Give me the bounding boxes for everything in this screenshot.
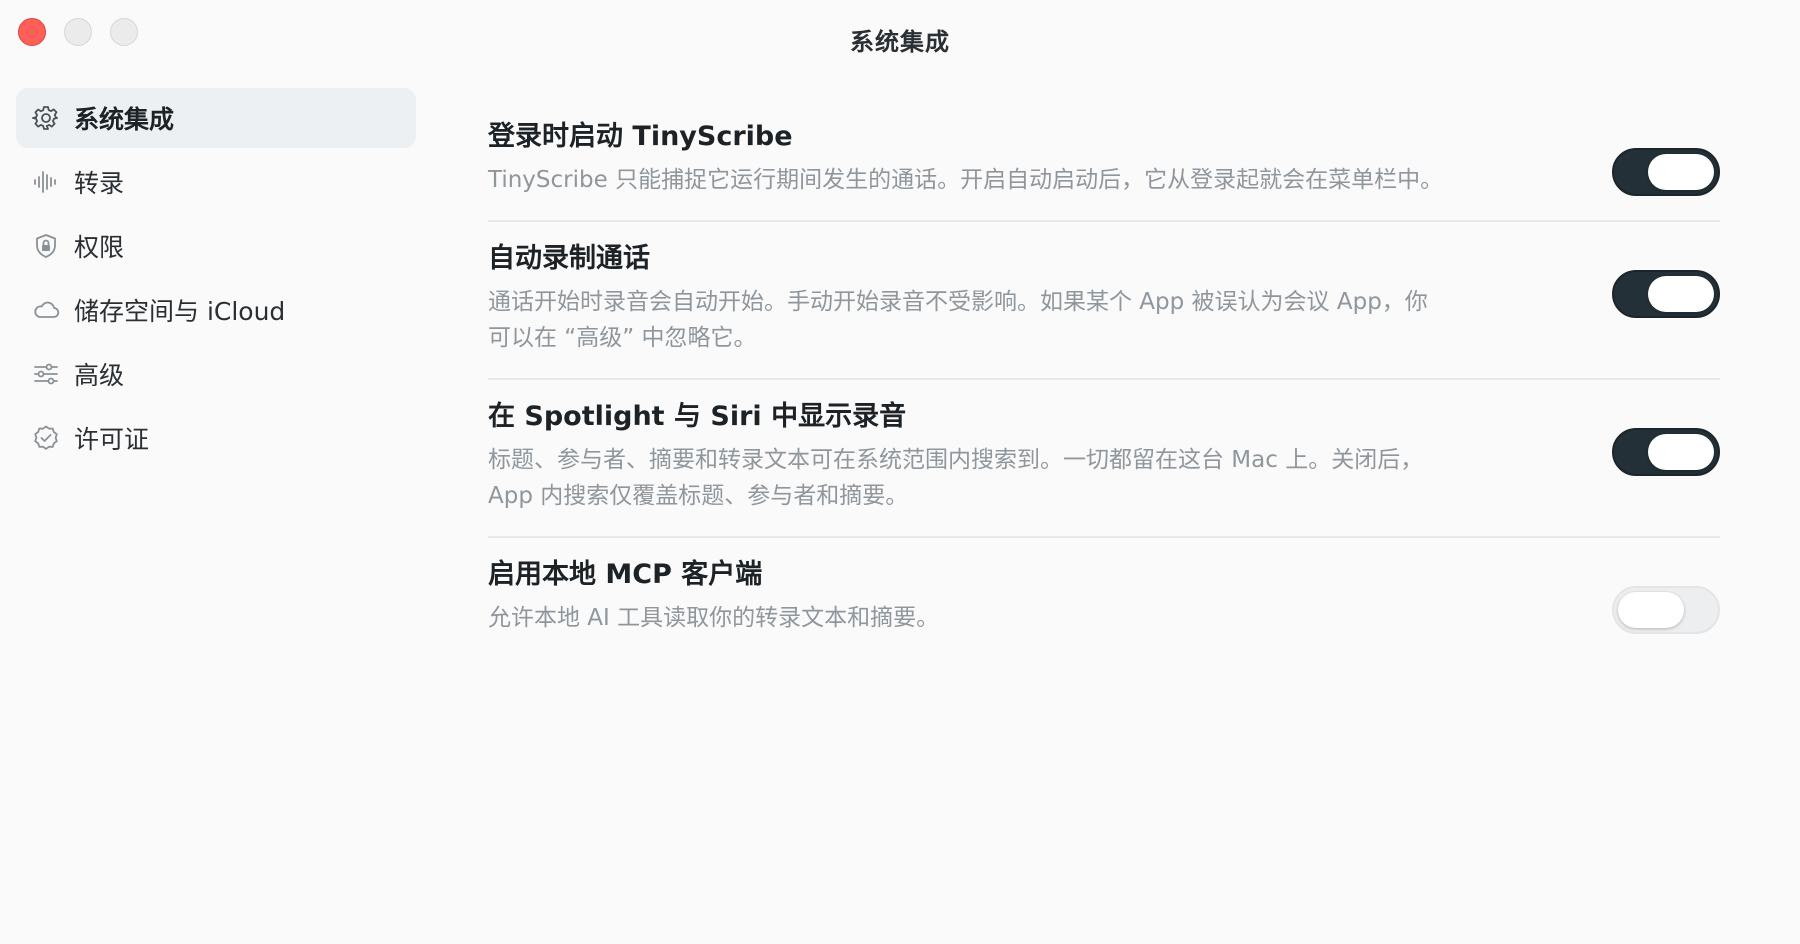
spotlight-siri-toggle[interactable]	[1612, 428, 1720, 476]
sidebar-item-label: 转录	[74, 169, 125, 198]
setting-auto-record-calls: 自动录制通话 通话开始时录音会自动开始。手动开始录音不受影响。如果某个 App …	[488, 222, 1720, 380]
sidebar-item-label: 高级	[74, 361, 125, 390]
setting-title: 登录时启动 TinyScribe	[488, 121, 793, 152]
toggle-knob	[1648, 154, 1714, 190]
settings-list: 登录时启动 TinyScribe TinyScribe 只能捕捉它运行期间发生的…	[488, 100, 1720, 658]
gear-icon	[32, 104, 60, 132]
auto-record-calls-toggle[interactable]	[1612, 270, 1720, 318]
setting-description: 通话开始时录音会自动开始。手动开始录音不受影响。如果某个 App 被误认为会议 …	[488, 289, 1428, 351]
sidebar-item-transcription[interactable]: 转录	[16, 152, 416, 212]
setting-description: 标题、参与者、摘要和转录文本可在系统范围内搜索到。一切都留在这台 Mac 上。关…	[488, 447, 1424, 509]
sidebar-item-label: 储存空间与 iCloud	[74, 297, 286, 326]
setting-title: 在 Spotlight 与 Siri 中显示录音	[488, 401, 907, 432]
sidebar-item-advanced[interactable]: 高级	[16, 344, 416, 404]
setting-launch-at-login: 登录时启动 TinyScribe TinyScribe 只能捕捉它运行期间发生的…	[488, 100, 1720, 222]
sidebar: 系统集成 转录 权限 储存空间与 iCloud 高级 许可证	[16, 88, 416, 472]
setting-description: 允许本地 AI 工具读取你的转录文本和摘要。	[488, 605, 940, 631]
lock-shield-icon	[32, 232, 60, 260]
sidebar-item-label: 许可证	[74, 425, 150, 454]
local-mcp-client-toggle[interactable]	[1612, 586, 1720, 634]
sidebar-item-storage-icloud[interactable]: 储存空间与 iCloud	[16, 280, 416, 340]
checkmark-seal-icon	[32, 424, 60, 452]
toggle-knob	[1648, 276, 1714, 312]
setting-title: 启用本地 MCP 客户端	[488, 559, 763, 590]
sidebar-item-label: 系统集成	[74, 105, 175, 134]
waveform-icon	[32, 168, 60, 196]
sliders-icon	[32, 360, 60, 388]
sidebar-item-system-integration[interactable]: 系统集成	[16, 88, 416, 148]
settings-window: 系统集成 系统集成 转录 权限 储存空间与 iCloud 高级 许可证 登录时启…	[0, 0, 1800, 944]
setting-title: 自动录制通话	[488, 243, 650, 274]
toggle-knob	[1648, 434, 1714, 470]
cloud-icon	[32, 296, 60, 324]
setting-description: TinyScribe 只能捕捉它运行期间发生的通话。开启自动启动后，它从登录起就…	[488, 167, 1444, 193]
sidebar-item-label: 权限	[74, 233, 125, 262]
sidebar-item-license[interactable]: 许可证	[16, 408, 416, 468]
launch-at-login-toggle[interactable]	[1612, 148, 1720, 196]
toggle-knob	[1618, 592, 1684, 628]
setting-local-mcp-client: 启用本地 MCP 客户端 允许本地 AI 工具读取你的转录文本和摘要。	[488, 538, 1720, 658]
sidebar-item-permissions[interactable]: 权限	[16, 216, 416, 276]
window-title: 系统集成	[850, 28, 950, 56]
setting-spotlight-siri: 在 Spotlight 与 Siri 中显示录音 标题、参与者、摘要和转录文本可…	[488, 380, 1720, 538]
